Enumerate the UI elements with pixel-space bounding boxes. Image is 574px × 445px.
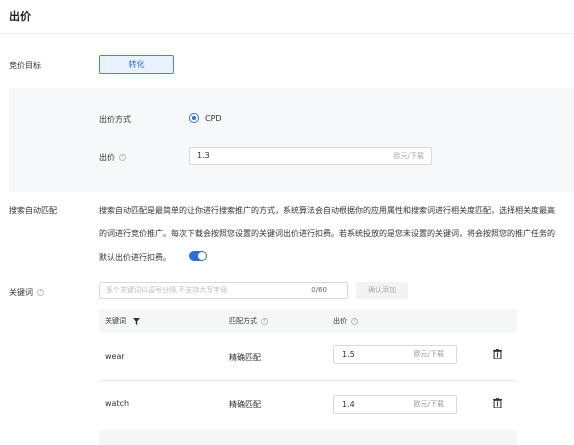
- row2-keyword: watch: [105, 399, 130, 408]
- row2-bid-unit: 欧元/下载: [413, 400, 444, 408]
- auto-match-desc-line2: 的词进行竞价推广。每次下载会按照您设置的关键词出价进行扣费。若系统投放的是您未设…: [99, 229, 555, 238]
- col-keyword-label: 关键词: [105, 317, 126, 325]
- auto-match-desc-line3: 默认出价进行扣费。: [99, 253, 171, 262]
- confirm-add-button[interactable]: 确认添加: [356, 282, 408, 299]
- row2-match: 精确匹配: [229, 400, 261, 409]
- col-match: 匹配方式?: [229, 309, 268, 333]
- row1-bid-unit: 欧元/下载: [413, 350, 444, 358]
- row1-bid-input[interactable]: 1.5 欧元/下载: [333, 345, 457, 364]
- keywords-label-row: 关键词?: [9, 287, 44, 298]
- col-bid-label: 出价: [333, 317, 347, 325]
- col-match-label: 匹配方式: [229, 317, 257, 325]
- bid-label-row: 出价?: [99, 152, 126, 163]
- col-keyword: 关键词: [105, 309, 141, 333]
- row1-bid-value: 1.5: [342, 350, 355, 359]
- cpd-radio[interactable]: [189, 113, 199, 123]
- auto-match-toggle[interactable]: [189, 251, 207, 261]
- keyword-input[interactable]: 多个关键词以逗号分隔,不支持大写字母 0/60: [99, 282, 348, 299]
- col-bid: 出价?: [333, 309, 358, 333]
- auto-match-desc-line1: 搜索自动匹配是最简单的让你进行搜索推广的方式，系统算法会自动根据你的应用属性和搜…: [99, 206, 555, 215]
- bid-input[interactable]: 1.3 欧元/下载: [189, 147, 432, 165]
- goal-label: 竞价目标: [9, 61, 41, 70]
- bid-settings-panel: [9, 88, 574, 192]
- keyword-char-counter: 0/60: [311, 286, 327, 294]
- cpd-option-label: CPD: [205, 114, 222, 123]
- header-divider: [0, 33, 574, 34]
- question-icon[interactable]: ?: [261, 317, 268, 325]
- row-divider: [99, 380, 517, 381]
- auto-match-label: 搜索自动匹配: [9, 206, 57, 215]
- row2-bid-value: 1.4: [342, 400, 355, 409]
- row1-match: 精确匹配: [229, 353, 261, 362]
- bid-method-label: 出价方式: [99, 115, 131, 124]
- goal-conversion-button[interactable]: 转化: [99, 55, 174, 74]
- page-title: 出价: [9, 10, 31, 23]
- bid-input-value: 1.3: [197, 151, 210, 160]
- row1-keyword: wear: [105, 352, 125, 361]
- filter-icon[interactable]: [133, 317, 141, 325]
- bid-label: 出价: [99, 153, 115, 162]
- trash-icon[interactable]: [493, 349, 502, 359]
- keyword-table-header: 关键词 匹配方式? 出价?: [99, 309, 517, 333]
- table-footer-bar: [99, 430, 517, 445]
- row2-bid-input[interactable]: 1.4 欧元/下载: [333, 395, 457, 414]
- keywords-label: 关键词: [9, 288, 33, 297]
- question-icon[interactable]: ?: [351, 317, 358, 325]
- trash-icon[interactable]: [493, 398, 502, 408]
- bid-input-unit: 欧元/下载: [393, 152, 424, 160]
- question-icon[interactable]: ?: [119, 154, 126, 161]
- keyword-input-placeholder: 多个关键词以逗号分隔,不支持大写字母: [106, 286, 228, 294]
- question-icon[interactable]: ?: [37, 289, 44, 296]
